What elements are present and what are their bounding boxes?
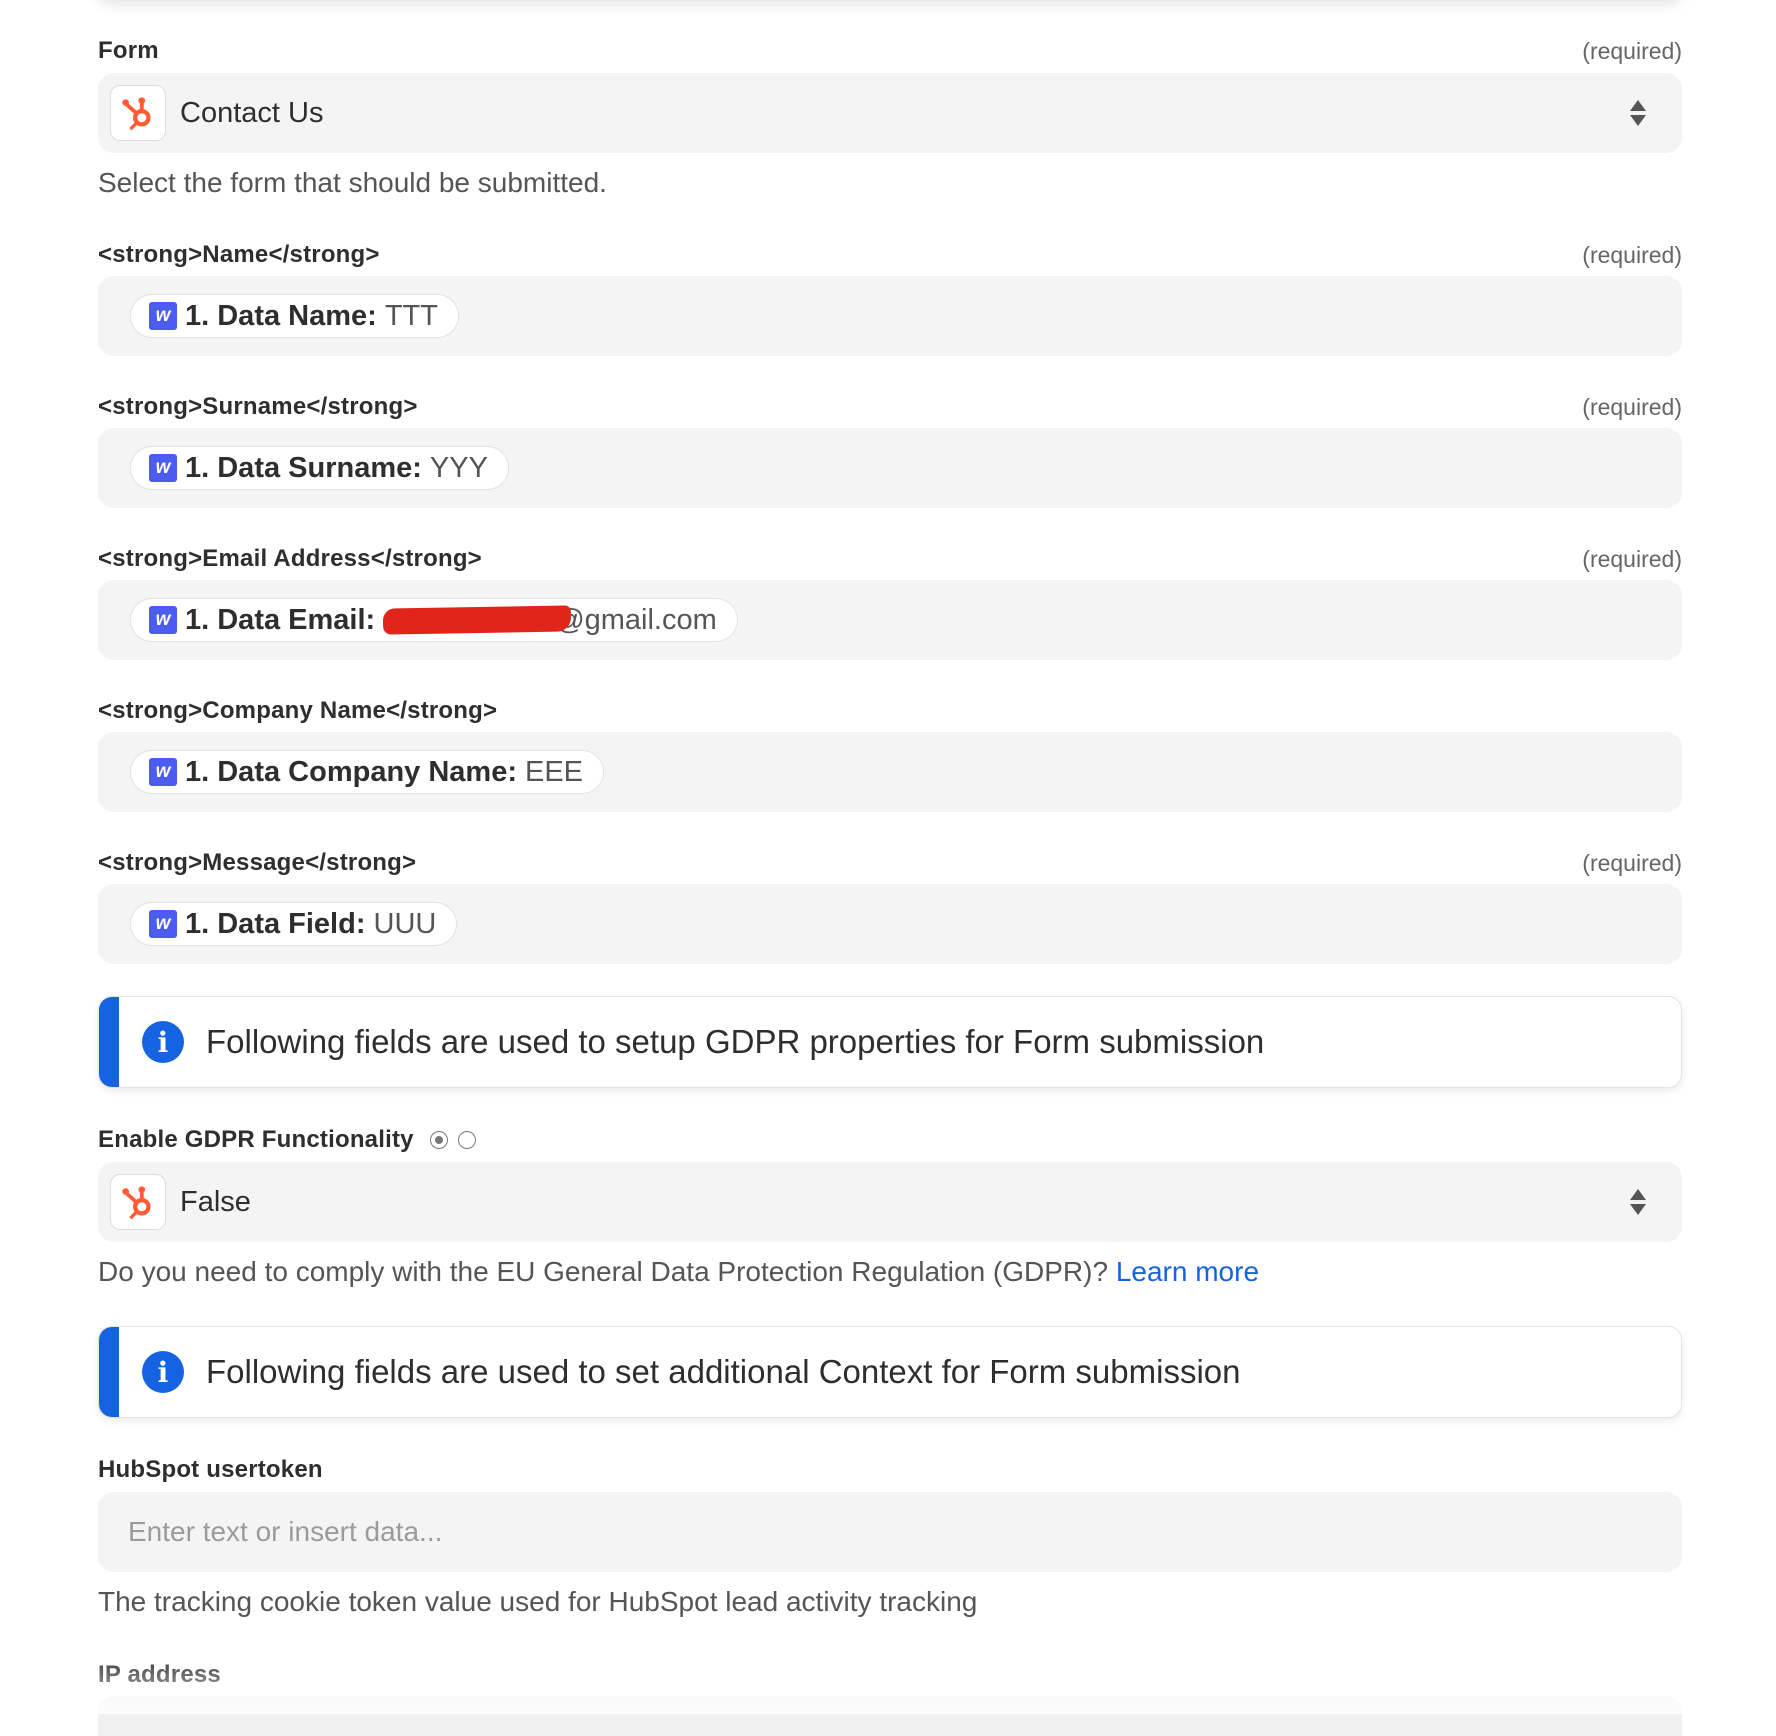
form-field-group: Form (required) Contact Us Select the fo…: [98, 31, 1682, 199]
info-icon: i: [142, 1021, 184, 1063]
pill-key: 1. Data Field:: [185, 907, 366, 940]
form-field-label-row: Form (required): [98, 31, 1682, 71]
context-info-alert: i Following fields are used to set addit…: [98, 1326, 1682, 1418]
usertoken-field-help: The tracking cookie token value used for…: [98, 1586, 978, 1617]
webhook-app-icon: w: [149, 302, 177, 330]
ip-field-label: IP address: [98, 1661, 221, 1688]
surname-field-required: (required): [1582, 393, 1682, 420]
pill-value: UUU: [373, 907, 437, 940]
data-pill[interactable]: w 1. Data Field: UUU: [130, 902, 458, 946]
select-arrows-icon: [1630, 1189, 1646, 1215]
gdpr-field-group: Enable GDPR Functionality False Do you n…: [98, 1120, 1682, 1288]
field-label-row: Enable GDPR Functionality: [98, 1120, 1682, 1160]
name-field-required: (required): [1582, 241, 1682, 268]
pill-key: 1. Data Name:: [185, 299, 377, 332]
name-field-group: <strong>Name</strong> (required) w 1. Da…: [98, 235, 1682, 356]
message-field-label: <strong>Message</strong>: [98, 849, 417, 876]
email-input[interactable]: w 1. Data Email: @gmail.com: [98, 580, 1682, 660]
info-accent-bar: [99, 1327, 119, 1417]
pill-value: EEE: [525, 755, 584, 788]
webhook-app-icon: w: [149, 454, 177, 482]
usertoken-field-label: HubSpot usertoken: [98, 1456, 323, 1483]
surname-field-label: <strong>Surname</strong>: [98, 393, 418, 420]
usertoken-field-group: HubSpot usertoken The tracking cookie to…: [98, 1450, 1682, 1618]
hubspot-icon: [110, 1174, 166, 1230]
email-field-group: <strong>Email Address</strong> (required…: [98, 539, 1682, 660]
field-label-row: HubSpot usertoken: [98, 1450, 1682, 1490]
pill-key: 1. Data Company Name:: [185, 755, 517, 788]
gdpr-help-text: Do you need to comply with the EU Genera…: [98, 1256, 1109, 1287]
pill-key: 1. Data Surname:: [185, 451, 422, 484]
message-input[interactable]: w 1. Data Field: UUU: [98, 884, 1682, 964]
mode-toggle: [429, 1131, 476, 1149]
data-pill[interactable]: w 1. Data Company Name: EEE: [130, 750, 605, 794]
select-arrows-icon: [1630, 100, 1646, 126]
webhook-app-icon: w: [149, 758, 177, 786]
field-label-row: IP address: [98, 1655, 1682, 1695]
gdpr-select-value: False: [180, 1185, 251, 1218]
pill-value: @gmail.com: [555, 603, 717, 636]
surname-input[interactable]: w 1. Data Surname: YYY: [98, 428, 1682, 508]
context-info-text: Following fields are used to set additio…: [206, 1353, 1241, 1390]
data-pill[interactable]: w 1. Data Name: TTT: [130, 294, 459, 338]
learn-more-link[interactable]: Learn more: [1116, 1256, 1259, 1287]
pill-value: TTT: [384, 299, 438, 332]
name-field-label: <strong>Name</strong>: [98, 241, 380, 268]
company-field-label: <strong>Company Name</strong>: [98, 697, 498, 724]
usertoken-input[interactable]: [98, 1492, 1682, 1572]
form-select[interactable]: Contact Us: [98, 73, 1682, 153]
name-input[interactable]: w 1. Data Name: TTT: [98, 276, 1682, 356]
form-field-label: Form: [98, 37, 159, 64]
form-field-required: (required): [1582, 37, 1682, 64]
company-input[interactable]: w 1. Data Company Name: EEE: [98, 732, 1682, 812]
gdpr-info-alert: i Following fields are used to setup GDP…: [98, 996, 1682, 1088]
info-icon: i: [142, 1351, 184, 1393]
webhook-app-icon: w: [149, 606, 177, 634]
info-accent-bar: [99, 997, 119, 1087]
gdpr-field-help: Do you need to comply with the EU Genera…: [98, 1256, 1682, 1288]
pill-key: 1. Data Email:: [185, 603, 376, 636]
surname-field-group: <strong>Surname</strong> (required) w 1.…: [98, 387, 1682, 508]
company-field-group: <strong>Company Name</strong> w 1. Data …: [98, 691, 1682, 812]
field-label-row: <strong>Company Name</strong>: [98, 691, 1682, 731]
gdpr-info-text: Following fields are used to setup GDPR …: [206, 1023, 1265, 1060]
hubspot-icon: [110, 85, 166, 141]
pill-value: YYY: [429, 451, 488, 484]
email-field-label: <strong>Email Address</strong>: [98, 545, 482, 572]
message-field-required: (required): [1582, 849, 1682, 876]
data-pill[interactable]: w 1. Data Surname: YYY: [130, 446, 509, 490]
form-field-help: Select the form that should be submitted…: [98, 167, 607, 198]
form-select-value: Contact Us: [180, 96, 324, 129]
field-label-row: <strong>Email Address</strong> (required…: [98, 539, 1682, 579]
radio-static[interactable]: [429, 1131, 448, 1149]
redaction-mark: [382, 605, 572, 635]
data-pill[interactable]: w 1. Data Email: @gmail.com: [130, 598, 738, 642]
message-field-group: <strong>Message</strong> (required) w 1.…: [98, 843, 1682, 964]
email-field-required: (required): [1582, 545, 1682, 572]
field-label-row: <strong>Name</strong> (required): [98, 235, 1682, 275]
field-label-row: <strong>Message</strong> (required): [98, 843, 1682, 883]
ip-field-group: IP address: [98, 1655, 1682, 1736]
radio-dynamic[interactable]: [457, 1131, 476, 1149]
gdpr-field-label: Enable GDPR Functionality: [98, 1126, 414, 1153]
gdpr-select[interactable]: False: [98, 1162, 1682, 1242]
webhook-app-icon: w: [149, 910, 177, 938]
ip-input[interactable]: [98, 1696, 1682, 1736]
field-label-row: <strong>Surname</strong> (required): [98, 387, 1682, 427]
